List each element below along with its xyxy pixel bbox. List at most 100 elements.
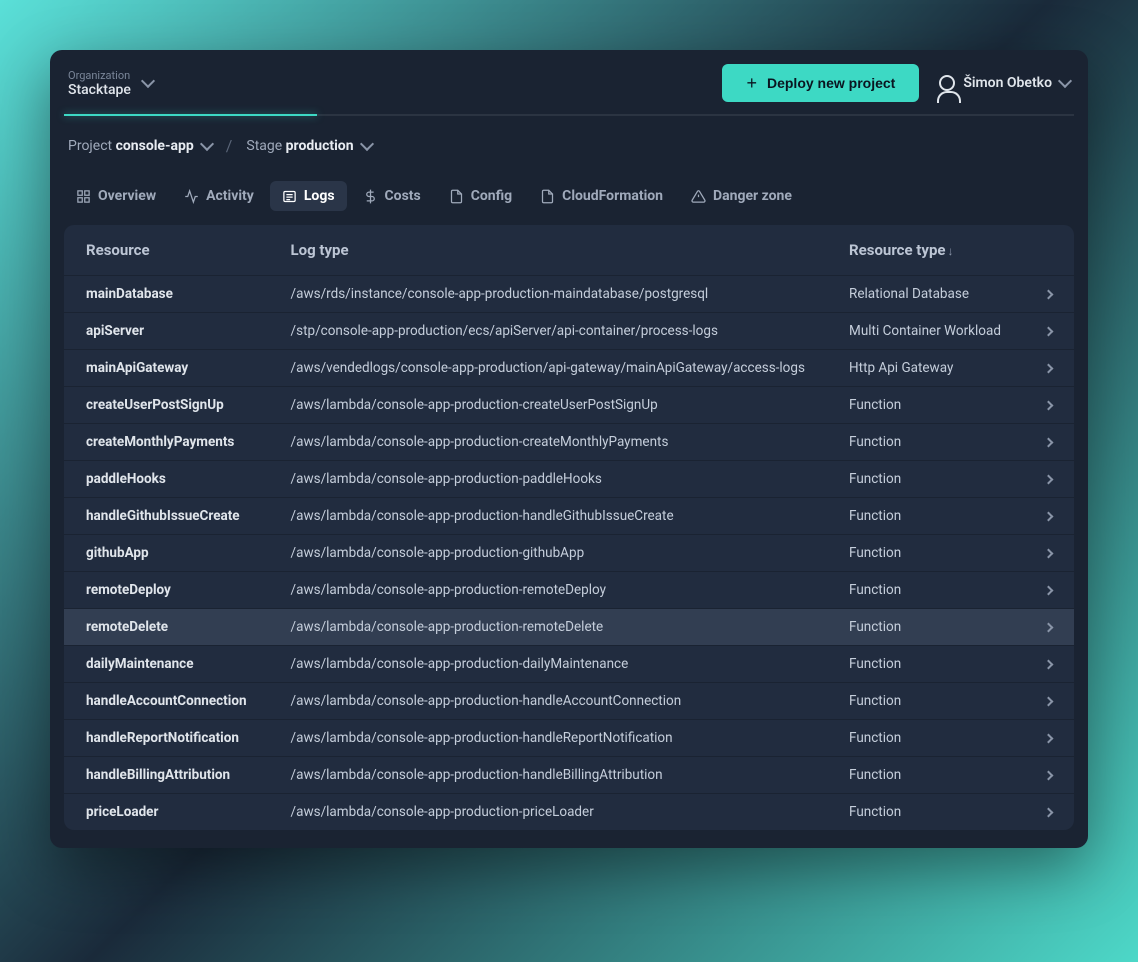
tab-label: Danger zone (713, 188, 792, 204)
chevron-right-icon (1044, 734, 1054, 744)
table-row[interactable]: mainDatabase/aws/rds/instance/console-ap… (64, 276, 1074, 313)
cell-resource-type: Relational Database (827, 276, 1023, 313)
chevron-right-icon (1044, 549, 1054, 559)
row-expand[interactable] (1023, 794, 1074, 831)
tab-danger[interactable]: Danger zone (679, 181, 804, 211)
file-icon (449, 189, 464, 204)
cell-resource: paddleHooks (64, 461, 269, 498)
cell-log-type: /aws/lambda/console-app-production-remot… (269, 609, 827, 646)
tab-costs[interactable]: Costs (351, 181, 433, 211)
row-expand[interactable] (1023, 757, 1074, 794)
sort-desc-icon: ↓ (947, 244, 953, 258)
row-expand[interactable] (1023, 572, 1074, 609)
cell-log-type: /aws/lambda/console-app-production-handl… (269, 683, 827, 720)
cell-resource-type: Multi Container Workload (827, 313, 1023, 350)
chevron-right-icon (1044, 586, 1054, 596)
cell-log-type: /aws/lambda/console-app-production-githu… (269, 535, 827, 572)
list-icon (282, 189, 297, 204)
table-row[interactable]: remoteDelete/aws/lambda/console-app-prod… (64, 609, 1074, 646)
chevron-right-icon (1044, 475, 1054, 485)
row-expand[interactable] (1023, 609, 1074, 646)
row-expand[interactable] (1023, 646, 1074, 683)
progress-fill (64, 114, 317, 116)
table-row[interactable]: createUserPostSignUp/aws/lambda/console-… (64, 387, 1074, 424)
row-expand[interactable] (1023, 498, 1074, 535)
tab-overview[interactable]: Overview (64, 181, 168, 211)
alert-icon (691, 189, 706, 204)
breadcrumb: Project console-app / Stage production (50, 116, 1088, 163)
row-expand[interactable] (1023, 535, 1074, 572)
row-expand[interactable] (1023, 350, 1074, 387)
tabs: Overview ActivityLogs Costs Config CloudForm… (50, 163, 1088, 225)
row-expand[interactable] (1023, 461, 1074, 498)
cell-log-type: /aws/lambda/console-app-production-creat… (269, 387, 827, 424)
chevron-right-icon (1044, 290, 1054, 300)
file-icon (540, 189, 555, 204)
table-row[interactable]: paddleHooks/aws/lambda/console-app-produ… (64, 461, 1074, 498)
breadcrumb-separator: / (226, 136, 233, 155)
chevron-down-icon (1058, 74, 1072, 88)
cell-resource-type: Function (827, 461, 1023, 498)
cell-resource-type: Function (827, 646, 1023, 683)
table-row[interactable]: handleGithubIssueCreate/aws/lambda/conso… (64, 498, 1074, 535)
cell-resource: mainApiGateway (64, 350, 269, 387)
cell-log-type: /aws/lambda/console-app-production-handl… (269, 720, 827, 757)
row-expand[interactable] (1023, 720, 1074, 757)
chevron-right-icon (1044, 327, 1054, 337)
plus-icon: + (746, 74, 757, 92)
cell-resource-type: Function (827, 424, 1023, 461)
deploy-new-project-button[interactable]: + Deploy new project (722, 64, 919, 102)
cell-log-type: /aws/lambda/console-app-production-paddl… (269, 461, 827, 498)
cell-resource-type: Function (827, 720, 1023, 757)
row-expand[interactable] (1023, 387, 1074, 424)
row-expand[interactable] (1023, 683, 1074, 720)
table-row[interactable]: dailyMaintenance/aws/lambda/console-app-… (64, 646, 1074, 683)
cell-resource: createUserPostSignUp (64, 387, 269, 424)
tab-config[interactable]: Config (437, 181, 524, 211)
cell-resource: mainDatabase (64, 276, 269, 313)
cell-resource: apiServer (64, 313, 269, 350)
table-row[interactable]: createMonthlyPayments/aws/lambda/console… (64, 424, 1074, 461)
cell-resource-type: Function (827, 757, 1023, 794)
table-row[interactable]: githubApp/aws/lambda/console-app-product… (64, 535, 1074, 572)
cell-resource: remoteDeploy (64, 572, 269, 609)
cell-log-type: /aws/lambda/console-app-production-handl… (269, 498, 827, 535)
column-header-log-type[interactable]: Log type (269, 225, 827, 276)
tab-cloudformation[interactable]: CloudFormation (528, 181, 675, 211)
table-row[interactable]: remoteDeploy/aws/lambda/console-app-prod… (64, 572, 1074, 609)
table-row[interactable]: mainApiGateway/aws/vendedlogs/console-ap… (64, 350, 1074, 387)
table-row[interactable]: handleBillingAttribution/aws/lambda/cons… (64, 757, 1074, 794)
tab-label: Config (471, 188, 512, 204)
table-row[interactable]: handleAccountConnection/aws/lambda/conso… (64, 683, 1074, 720)
cell-log-type: /aws/lambda/console-app-production-creat… (269, 424, 827, 461)
tab-activity[interactable]: Activity (172, 181, 266, 211)
header: Organization Stacktape + Deploy new proj… (50, 50, 1088, 116)
row-expand[interactable] (1023, 276, 1074, 313)
cell-resource: handleReportNotification (64, 720, 269, 757)
table-row[interactable]: handleReportNotification/aws/lambda/cons… (64, 720, 1074, 757)
row-expand[interactable] (1023, 424, 1074, 461)
breadcrumb-stage[interactable]: Stage production (246, 138, 371, 154)
user-name: Šimon Obetko (963, 75, 1052, 91)
breadcrumb-project[interactable]: Project console-app (68, 138, 212, 154)
table-row[interactable]: apiServer/stp/console-app-production/ecs… (64, 313, 1074, 350)
column-header-resource-type[interactable]: Resource type↓ (827, 225, 1074, 276)
user-menu[interactable]: Šimon Obetko (939, 75, 1070, 91)
cell-log-type: /aws/vendedlogs/console-app-production/a… (269, 350, 827, 387)
logs-table: Resource Log type Resource type↓ mainDat… (64, 225, 1074, 830)
chevron-right-icon (1044, 697, 1054, 707)
progress-bar (64, 114, 1074, 116)
cell-log-type: /aws/lambda/console-app-production-daily… (269, 646, 827, 683)
tab-label: Overview (98, 188, 156, 204)
row-expand[interactable] (1023, 313, 1074, 350)
cell-resource-type: Function (827, 387, 1023, 424)
chevron-right-icon (1044, 771, 1054, 781)
column-header-resource[interactable]: Resource (64, 225, 269, 276)
tab-label: Costs (385, 188, 421, 204)
grid-icon (76, 189, 91, 204)
organization-selector[interactable]: Organization Stacktape (68, 69, 153, 98)
table-row[interactable]: priceLoader/aws/lambda/console-app-produ… (64, 794, 1074, 831)
tab-logs[interactable]: Logs (270, 181, 347, 211)
chevron-right-icon (1044, 512, 1054, 522)
chevron-right-icon (1044, 660, 1054, 670)
